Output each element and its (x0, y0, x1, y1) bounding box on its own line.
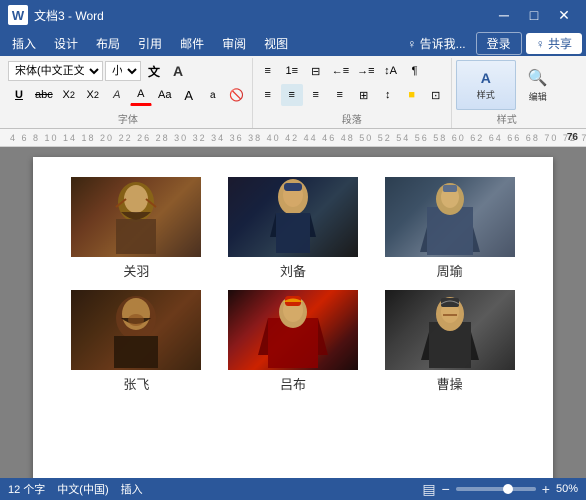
numbering-button[interactable]: 1≡ (281, 60, 303, 82)
maximize-button[interactable]: □ (520, 4, 548, 26)
character-name-guanyu: 关羽 (123, 261, 149, 280)
character-item-caocao: 曹操 (385, 290, 515, 393)
subscript-button[interactable]: X2 (58, 84, 80, 106)
ribbon-group-font-top: 宋体(中文正文) 小二 文 A U abc X2 X2 A (8, 60, 248, 110)
status-bar-right: ▤ − + 50% (422, 481, 578, 498)
align-center-button[interactable]: ≡ (281, 84, 303, 106)
character-name-zhouyu: 周瑜 (437, 261, 463, 280)
decrease-indent-button[interactable]: ←≡ (329, 60, 352, 82)
ribbon: 宋体(中文正文) 小二 文 A U abc X2 X2 A (0, 56, 586, 129)
ruler-marks: 4 6 8 10 14 18 20 22 26 28 30 32 34 36 3… (0, 133, 586, 143)
minimize-button[interactable]: ─ (490, 4, 518, 26)
character-name-caocao: 曹操 (437, 374, 463, 393)
justify-button[interactable]: ≡ (329, 84, 351, 106)
character-item-lvbu: 吕布 (228, 290, 358, 393)
font-size-select[interactable]: 小二 (105, 61, 141, 81)
align-right-button[interactable]: ≡ (305, 84, 327, 106)
character-item-guanyu: 关羽 (71, 177, 201, 280)
page: 关羽 刘备 (33, 157, 553, 478)
character-image-guanyu[interactable] (71, 177, 201, 257)
close-button[interactable]: ✕ (550, 4, 578, 26)
line-spacing-button[interactable]: ↕ (377, 84, 399, 106)
menu-insert[interactable]: 插入 (4, 33, 44, 54)
menu-bar-right: ♀ 告诉我... 登录 ♀ 共享 (401, 32, 582, 55)
font-size-up-btn[interactable]: a (202, 84, 224, 106)
strikethrough-button[interactable]: abc (32, 84, 56, 106)
font-size-wen-button[interactable]: 文 (143, 60, 165, 82)
character-image-zhangfei[interactable] (71, 290, 201, 370)
zoom-slider[interactable] (456, 487, 536, 491)
character-image-liubei[interactable] (228, 177, 358, 257)
ribbon-group-paragraph-top: ≡ 1≡ ⊟ ←≡ →≡ ↕A ¶ ≡ ≡ ≡ ≡ ⊞ ↕ (257, 60, 447, 110)
sort-button[interactable]: ↕A (380, 60, 402, 82)
character-image-lvbu[interactable] (228, 290, 358, 370)
font-family-select[interactable]: 宋体(中文正文) (8, 61, 103, 81)
zoom-level: 50% (556, 483, 578, 495)
zoom-out-button[interactable]: − (442, 481, 450, 497)
character-image-caocao[interactable] (385, 290, 515, 370)
multilevel-list-button[interactable]: ⊟ (305, 60, 327, 82)
font-group-label: 字体 (8, 110, 248, 128)
font-color-button[interactable]: A (130, 84, 152, 106)
ruler: 4 6 8 10 14 18 20 22 26 28 30 32 34 36 3… (0, 129, 586, 147)
word-icon: W (8, 5, 28, 25)
character-item-zhangfei: 张飞 (71, 290, 201, 393)
status-bar: 12 个字 中文(中国) 插入 ▤ − + 50% (0, 478, 586, 500)
styles-gallery-button[interactable]: A 样式 (456, 60, 516, 110)
ribbon-group-font: 宋体(中文正文) 小二 文 A U abc X2 X2 A (4, 58, 253, 128)
underline-button[interactable]: U (8, 84, 30, 106)
language: 中文(中国) (57, 481, 108, 497)
word-count: 12 个字 (8, 481, 45, 497)
title-bar-left: W 文档3 - Word (8, 5, 104, 25)
character-item-liubei: 刘备 (228, 177, 358, 280)
superscript-button[interactable]: X2 (82, 84, 104, 106)
menu-review[interactable]: 审阅 (214, 33, 254, 54)
zoom-in-button[interactable]: + (542, 481, 550, 497)
help-icon[interactable]: ♀ 告诉我... (401, 33, 471, 54)
document-area: 关羽 刘备 (0, 147, 586, 478)
character-image-zhouyu[interactable] (385, 177, 515, 257)
character-name-liubei: 刘备 (280, 261, 306, 280)
menu-layout[interactable]: 布局 (88, 33, 128, 54)
ribbon-group-paragraph: ≡ 1≡ ⊟ ←≡ →≡ ↕A ¶ ≡ ≡ ≡ ≡ ⊞ ↕ (253, 58, 452, 128)
shading-button[interactable]: ■ (401, 84, 423, 106)
character-item-zhouyu: 周瑜 (385, 177, 515, 280)
title-bar-controls: ─ □ ✕ (490, 4, 578, 26)
show-formatting-button[interactable]: ¶ (404, 60, 426, 82)
font-a-button[interactable]: A (167, 60, 189, 82)
menu-design[interactable]: 设计 (46, 33, 86, 54)
column-layout-button[interactable]: ⊞ (353, 84, 375, 106)
menu-bar: 插入 设计 布局 引用 邮件 审阅 视图 ♀ 告诉我... 登录 ♀ 共享 (0, 30, 586, 56)
ribbon-group-styles: A 样式 🔍 编辑 样式 (452, 58, 562, 128)
edit-button[interactable]: 🔍 编辑 (518, 60, 558, 110)
paragraph-group-label: 段落 (257, 110, 447, 128)
menu-references[interactable]: 引用 (130, 33, 170, 54)
highlight-button[interactable]: Aa (154, 84, 176, 106)
bullets-button[interactable]: ≡ (257, 60, 279, 82)
share-button[interactable]: ♀ 共享 (526, 33, 582, 54)
view-page-icon[interactable]: ▤ (422, 481, 435, 498)
ribbon-inner: 宋体(中文正文) 小二 文 A U abc X2 X2 A (0, 56, 586, 128)
align-left-button[interactable]: ≡ (257, 84, 279, 106)
ribbon-group-styles-top: A 样式 🔍 编辑 (456, 60, 558, 110)
menu-view[interactable]: 视图 (256, 33, 296, 54)
clear-format-button[interactable]: 🚫 (226, 84, 248, 106)
window-title: 文档3 - Word (34, 7, 104, 24)
increase-indent-button[interactable]: →≡ (354, 60, 377, 82)
text-effect-button[interactable]: A (106, 84, 128, 106)
zoom-thumb (503, 484, 513, 494)
character-name-zhangfei: 张飞 (123, 374, 149, 393)
login-button[interactable]: 登录 (476, 32, 522, 55)
title-bar: W 文档3 - Word ─ □ ✕ (0, 0, 586, 30)
character-name-lvbu: 吕布 (280, 374, 306, 393)
borders-button[interactable]: ⊡ (425, 84, 447, 106)
character-grid: 关羽 刘备 (63, 177, 523, 393)
styles-group-label: 样式 (456, 110, 558, 128)
edit-mode: 插入 (121, 481, 143, 497)
font-size-down-btn[interactable]: A (178, 84, 200, 106)
menu-mail[interactable]: 邮件 (172, 33, 212, 54)
